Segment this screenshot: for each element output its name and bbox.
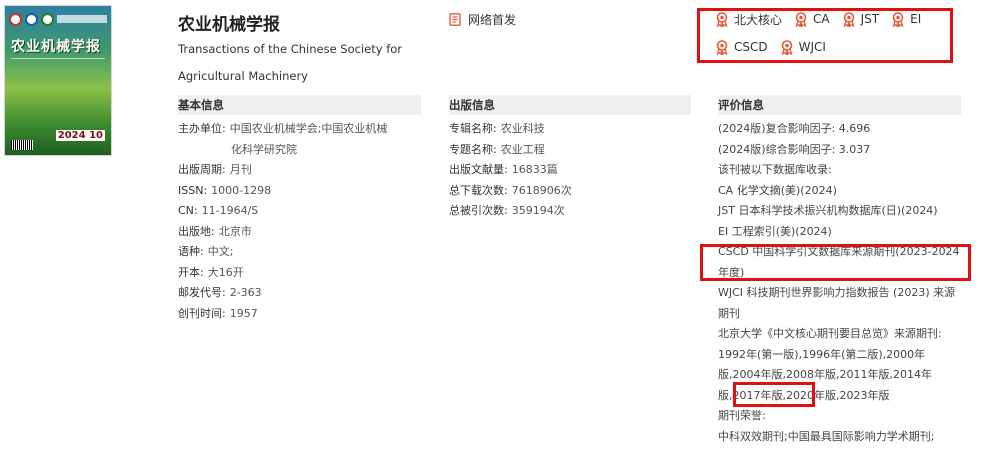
evaluation-item: CA 化学文摘(美)(2024) — [718, 183, 837, 197]
journal-cover[interactable]: 农业机械学报 2024 10 — [4, 5, 112, 156]
info-row: 出版文献量: 16833篇 — [449, 160, 691, 181]
medal-icon — [892, 11, 904, 27]
info-key: 专辑名称: — [449, 122, 497, 135]
info-row: 邮发代号: 2-363 — [178, 283, 421, 304]
badge-label: WJCI — [798, 40, 826, 54]
info-row: 专辑名称: 农业科技 — [449, 119, 691, 140]
info-row: ISSN: 1000-1298 — [178, 181, 421, 202]
evaluation-item: (2024版)综合影响因子: 3.037 — [718, 142, 871, 156]
info-row: 专题名称: 农业工程 — [449, 140, 691, 161]
info-row: 总下载次数: 7618906次 — [449, 181, 691, 202]
journal-title-en: Transactions of the Chinese Society for … — [178, 42, 403, 83]
badge-wjci[interactable]: WJCI — [780, 39, 826, 55]
badge-label: 北大核心 — [734, 12, 783, 27]
info-value: 化科学研究院 — [231, 142, 297, 156]
index-badges: 北大核心 CA JST EI CSCD WJCI — [715, 8, 950, 64]
info-value: 北京市 — [218, 224, 252, 238]
evaluation-item: 期刊荣誉: — [718, 409, 766, 422]
basic-info-heading: 基本信息 — [178, 95, 421, 115]
evaluation-item: (2024版)复合影响因子: 4.696 — [718, 122, 871, 135]
medal-icon — [716, 39, 728, 55]
evaluation-item: 该刊被以下数据库收录: — [718, 163, 832, 176]
info-row: 创刊时间: 1957 — [178, 304, 421, 325]
info-key: 出版地: — [178, 224, 215, 238]
info-key: 开本: — [178, 265, 204, 279]
badge-label: EI — [910, 12, 922, 26]
evaluation-item: 北京大学《中文核心期刊要目总览》来源期刊: — [718, 327, 942, 340]
info-row: 主办单位: 中国农业机械学会;中国农业机械 — [178, 119, 421, 140]
info-key: 邮发代号: — [178, 286, 226, 299]
medal-icon — [781, 39, 793, 55]
evaluation-info-heading: 评价信息 — [718, 95, 961, 115]
info-row: 语种: 中文; — [178, 242, 421, 263]
info-row: 出版地: 北京市 — [178, 222, 421, 243]
evaluation-item: WJCI 科技期刊世界影响力指数报告 (2023) 来源期刊 — [718, 286, 956, 320]
info-key: 专题名称: — [449, 142, 497, 156]
info-key: 主办单位: — [178, 122, 226, 135]
evaluation-item: EI 工程索引(美)(2024) — [718, 224, 832, 238]
cover-barcode — [11, 140, 33, 150]
document-icon — [449, 13, 461, 26]
info-value: 中文; — [207, 245, 234, 258]
evaluation-item: JST 日本科学技术振兴机构数据库(日)(2024) — [718, 204, 938, 217]
cover-subtitle-line — [11, 58, 105, 72]
publish-info-heading: 出版信息 — [449, 95, 691, 115]
cover-title: 农业机械学报 — [11, 39, 101, 55]
info-key: CN: — [178, 204, 198, 217]
info-value: 16833篇 — [511, 163, 558, 176]
info-value: 农业科技 — [500, 122, 545, 135]
info-row-continued: 化科学研究院 — [178, 140, 421, 161]
evaluation-item: 中科双效期刊;中国最具国际影响力学术期刊; — [718, 429, 935, 443]
evaluation-item: 1992年(第一版),1996年(第二版),2000年版,2004年版,2008… — [718, 347, 932, 402]
medal-icon — [843, 11, 855, 27]
info-key: 出版周期: — [178, 163, 226, 176]
evaluation-item: CSCD 中国科学引文数据库来源期刊(2023-2024年度) — [718, 245, 960, 279]
info-key: 总下载次数: — [449, 183, 508, 197]
badge-label: CA — [813, 12, 830, 26]
info-key: 语种: — [178, 245, 204, 258]
info-value: 1957 — [229, 306, 258, 320]
info-value: 359194次 — [511, 204, 565, 217]
info-key: 出版文献量: — [449, 163, 508, 176]
evaluation-info-section: 评价信息 (2024版)复合影响因子: 4.696 (2024版)综合影响因子: … — [718, 95, 961, 447]
info-value: 7618906次 — [511, 183, 572, 197]
info-key: ISSN: — [178, 183, 208, 197]
info-value: 1000-1298 — [211, 183, 272, 197]
info-key: 总被引次数: — [449, 204, 508, 217]
basic-info-section: 基本信息 主办单位: 中国农业机械学会;中国农业机械 化科学研究院 出版周期: 月刊 IS… — [178, 95, 421, 324]
info-row: 开本: 大16开 — [178, 263, 421, 284]
online-first-link[interactable]: 网络首发 — [449, 11, 516, 28]
publish-info-section: 出版信息 专辑名称: 农业科技 专题名称: 农业工程 出版文献量: 16833篇 总下载次数… — [449, 95, 691, 222]
basic-info-list: 主办单位: 中国农业机械学会;中国农业机械 化科学研究院 出版周期: 月刊 ISSN: 10… — [178, 119, 421, 324]
online-first-label: 网络首发 — [468, 13, 517, 27]
info-row: CN: 11-1964/S — [178, 201, 421, 222]
badge-ca[interactable]: CA — [794, 11, 830, 27]
badge-cscd[interactable]: CSCD — [715, 39, 768, 55]
evaluation-info-list: (2024版)复合影响因子: 4.696 (2024版)综合影响因子: 3.037… — [718, 119, 961, 447]
info-value: 11-1964/S — [201, 204, 259, 217]
journal-title: 农业机械学报 — [178, 15, 280, 35]
info-key: 创刊时间: — [178, 306, 226, 320]
info-value: 中国农业机械学会;中国农业机械 — [229, 122, 388, 135]
info-value: 大16开 — [207, 265, 244, 279]
publish-info-list: 专辑名称: 农业科技 专题名称: 农业工程 出版文献量: 16833篇 总下载次数: 7618… — [449, 119, 691, 222]
info-row: 出版周期: 月刊 — [178, 160, 421, 181]
badge-北大核心[interactable]: 北大核心 — [715, 11, 782, 28]
info-value: 农业工程 — [500, 142, 545, 156]
info-value: 2-363 — [229, 286, 262, 299]
cover-logos — [9, 10, 107, 28]
info-row: 总被引次数: 359194次 — [449, 201, 691, 222]
badge-ei[interactable]: EI — [891, 11, 922, 27]
badge-jst[interactable]: JST — [842, 11, 880, 27]
medal-icon — [716, 11, 728, 27]
badge-label: JST — [860, 12, 880, 26]
cover-issue: 2024 10 — [55, 130, 105, 141]
medal-icon — [795, 11, 807, 27]
badge-label: CSCD — [734, 40, 768, 54]
info-value: 月刊 — [229, 163, 252, 176]
